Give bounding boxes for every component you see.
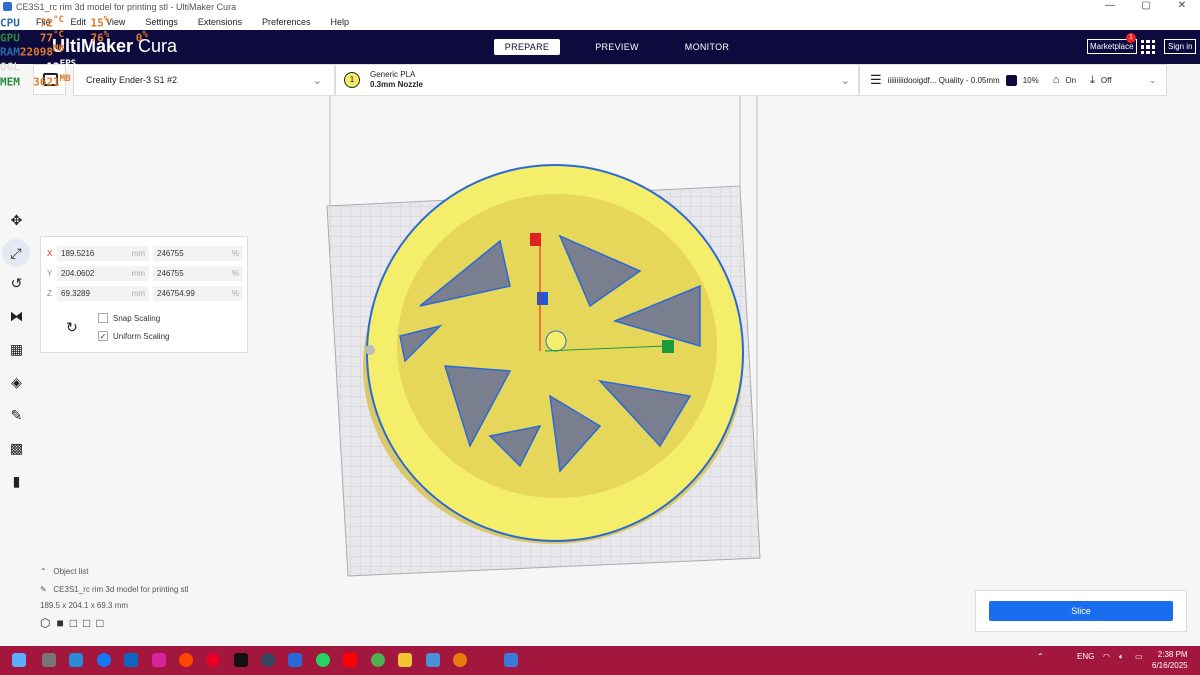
scale-y-mm-input[interactable]: 204.0602 mm [57, 266, 149, 281]
wheel-model [363, 164, 744, 544]
support-icon: ⌂ [1052, 74, 1060, 86]
notification-badge: 1 [1126, 33, 1136, 43]
maximize-button[interactable]: ▢ [1128, 0, 1164, 11]
move-tool-button[interactable]: ✥ [0, 204, 33, 237]
object-list-item[interactable]: ✎ CE3S1_rc rim 3d model for printing stl [40, 585, 189, 594]
measure-tool-button[interactable]: ✎ [0, 399, 33, 432]
tool-sidebar: ✥ ⤢ ↺ ⧓ ▦ ◈ ✎ ▩ ▮ [0, 204, 33, 498]
menu-help[interactable]: Help [330, 14, 349, 30]
tray-overflow-icon[interactable]: ⌃ [1037, 652, 1044, 661]
material-name: Generic PLA [370, 70, 416, 79]
scale-z-mm-input[interactable]: 69.3289 mm [57, 286, 149, 301]
tab-preview[interactable]: PREVIEW [572, 39, 662, 55]
notepad-icon[interactable] [426, 653, 440, 667]
infill-value: 10% [1022, 75, 1039, 85]
menu-extensions[interactable]: Extensions [198, 14, 242, 30]
cura-app-icon [3, 2, 12, 11]
app-header: UltiMaker Cura PREPARE PREVIEW MONITOR M… [0, 30, 1200, 64]
sign-in-button[interactable]: Sign in [1164, 39, 1197, 54]
infill-icon [1005, 74, 1017, 86]
chevron-down-icon: ⌄ [840, 74, 850, 87]
adhesion-value: Off [1100, 75, 1112, 85]
rotate-tool-button[interactable]: ↺ [0, 267, 33, 300]
youtube-icon[interactable] [343, 653, 357, 667]
linkedin-icon[interactable] [124, 653, 138, 667]
minimize-button[interactable]: — [1092, 0, 1128, 11]
file-explorer-icon[interactable] [398, 653, 412, 667]
blender-icon[interactable] [453, 653, 467, 667]
volume-icon[interactable]: 🔈︎ [1119, 652, 1124, 662]
facebook-icon[interactable] [97, 653, 111, 667]
close-button[interactable]: ✕ [1164, 0, 1200, 11]
taskbar-app-icon[interactable] [504, 653, 518, 667]
window-title: CE3S1_rc rim 3d model for printing stl -… [16, 2, 237, 12]
tiktok-icon[interactable] [234, 653, 248, 667]
whatsapp-icon[interactable] [316, 653, 330, 667]
tab-monitor[interactable]: MONITOR [662, 39, 752, 55]
object-list: ⌃ Object list ✎ CE3S1_rc rim 3d model fo… [40, 567, 189, 630]
adhesion-icon: ⤓ [1090, 73, 1095, 86]
extruder-icon: 1 [344, 72, 360, 88]
cylinder-tool-button[interactable]: ▮ [0, 465, 33, 498]
3d-viewport[interactable] [0, 96, 1200, 646]
settings-sliders-icon: ☰ [870, 72, 882, 87]
start-button[interactable] [12, 653, 26, 667]
mesh-tools-button[interactable]: ▩ [0, 432, 33, 465]
slice-button[interactable]: Slice [989, 601, 1173, 621]
instagram-icon[interactable] [152, 653, 166, 667]
view-orientation-buttons[interactable]: ⬡■□□□ [40, 616, 189, 630]
scale-panel: X 189.5216 mm 246755% Y 204.0602 mm 246755… [40, 236, 248, 353]
taskbar-app-icon[interactable] [69, 653, 83, 667]
battery-icon[interactable]: ▭ [1135, 652, 1143, 661]
chevron-down-icon: ⌄ [312, 74, 322, 87]
menu-bar: File Edit View Settings Extensions Prefe… [0, 14, 1200, 30]
scale-x-mm-input[interactable]: 189.5216 mm [57, 246, 149, 261]
snap-scaling-checkbox[interactable]: Snap Scaling [98, 313, 160, 323]
print-settings-selector[interactable]: ☰ iiiiiiiiidooigdf... Quality - 0.05mm 1… [859, 64, 1167, 96]
pinterest-icon[interactable] [206, 653, 220, 667]
object-list-toggle[interactable]: ⌃ Object list [40, 567, 189, 576]
scale-z-pct-input[interactable]: 246754.99% [153, 286, 243, 301]
uniform-scaling-checkbox[interactable]: ✓ Uniform Scaling [98, 331, 169, 341]
scale-tool-button[interactable]: ⤢ [2, 239, 30, 267]
taskbar-app-icon[interactable] [42, 653, 56, 667]
nozzle-size: 0.3mm Nozzle [370, 80, 423, 89]
chevron-down-icon: ⌄ [1149, 75, 1156, 85]
tumblr-icon[interactable] [261, 653, 275, 667]
reddit-icon[interactable] [179, 653, 193, 667]
menu-settings[interactable]: Settings [145, 14, 178, 30]
material-selector[interactable]: 1 Generic PLA 0.3mm Nozzle ⌄ [335, 64, 859, 96]
build-plate-scene[interactable] [0, 96, 1200, 646]
language-indicator[interactable]: ENG [1077, 652, 1094, 661]
clock[interactable]: 2:38 PM 6/16/2025 [1152, 649, 1188, 671]
chrome-icon[interactable] [371, 653, 385, 667]
tab-prepare[interactable]: PREPARE [494, 39, 560, 55]
edit-icon: ✎ [40, 585, 47, 594]
object-dimensions: 189.5 x 204.1 x 69.3 mm [40, 601, 129, 610]
scale-y-pct-input[interactable]: 246755% [153, 266, 243, 281]
apps-grid-icon[interactable] [1141, 40, 1155, 54]
slice-panel: Slice [975, 590, 1187, 632]
taskbar: ⌃ ENG ◠ 🔈︎ ▭ 2:38 PM 6/16/2025 [0, 646, 1200, 675]
wifi-icon[interactable]: ◠ [1103, 652, 1110, 661]
support-blocker-button[interactable]: ◈ [0, 366, 33, 399]
title-bar: CE3S1_rc rim 3d model for printing stl -… [0, 0, 1200, 14]
reset-scale-button[interactable]: ↻ [66, 319, 78, 336]
cura-taskbar-icon[interactable] [288, 653, 302, 667]
scale-x-pct-input[interactable]: 246755% [153, 246, 243, 261]
per-model-settings-button[interactable]: ▦ [0, 333, 33, 366]
performance-overlay: CPU 72°C 15% GPU 77°C 76% 0% RAM22098MB … [0, 14, 148, 89]
menu-preferences[interactable]: Preferences [262, 14, 311, 30]
profile-name: iiiiiiiiidooigdf... Quality - 0.05mm [887, 75, 1000, 85]
support-value: On [1065, 75, 1077, 85]
mirror-tool-button[interactable]: ⧓ [0, 300, 33, 333]
